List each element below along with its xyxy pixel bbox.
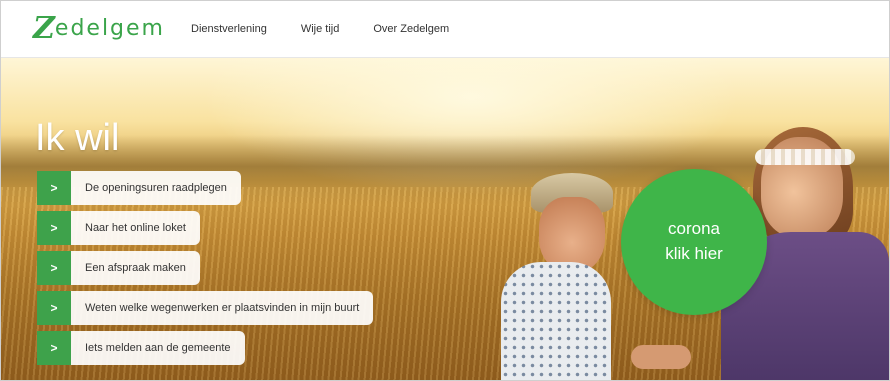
quick-link-afspraak[interactable]: > Een afspraak maken	[37, 251, 373, 285]
quick-link-online-loket[interactable]: > Naar het online loket	[37, 211, 373, 245]
corona-label: corona	[668, 219, 720, 239]
holding-hands	[631, 345, 691, 369]
quick-link-label: Een afspraak maken	[71, 251, 200, 285]
logo-letter: Z	[33, 11, 55, 46]
hero-title: Ik wil	[35, 117, 120, 159]
nav-item-dienstverlening[interactable]: Dienstverlening	[191, 23, 267, 35]
browser-page: Z edelgem Dienstverlening Wije tijd Over…	[0, 0, 890, 381]
quick-links: > De openingsuren raadplegen > Naar het …	[37, 171, 374, 365]
site-header: Z edelgem Dienstverlening Wije tijd Over…	[1, 1, 889, 58]
quick-link-label: Iets melden aan de gemeente	[71, 331, 245, 365]
hero-banner: Ik wil > De openingsuren raadplegen > Na…	[1, 57, 889, 380]
flower-wreath	[755, 149, 855, 165]
chevron-right-icon: >	[37, 251, 71, 285]
main-nav: Dienstverlening Wije tijd Over Zedelgem	[191, 1, 483, 57]
quick-link-label: Weten welke wegenwerken er plaatsvinden …	[71, 291, 374, 325]
quick-link-wegenwerken[interactable]: > Weten welke wegenwerken er plaatsvinde…	[37, 291, 374, 325]
corona-button[interactable]: corona klik hier	[621, 169, 767, 315]
chevron-right-icon: >	[37, 171, 71, 205]
quick-link-label: Naar het online loket	[71, 211, 200, 245]
nav-item-vrije-tijd[interactable]: Wije tijd	[301, 23, 340, 35]
zedelgem-logo[interactable]: Z edelgem	[33, 11, 165, 47]
chevron-right-icon: >	[37, 211, 71, 245]
nav-item-over-zedelgem[interactable]: Over Zedelgem	[373, 23, 449, 35]
chevron-right-icon: >	[37, 291, 71, 325]
corona-cta: klik hier	[665, 244, 723, 263]
quick-link-label: De openingsuren raadplegen	[71, 171, 241, 205]
quick-link-openingsuren[interactable]: > De openingsuren raadplegen	[37, 171, 373, 205]
chevron-right-icon: >	[37, 331, 71, 365]
quick-link-melden[interactable]: > Iets melden aan de gemeente	[37, 331, 373, 365]
boy-shirt	[501, 262, 611, 380]
logo-text: edelgem	[54, 16, 165, 41]
